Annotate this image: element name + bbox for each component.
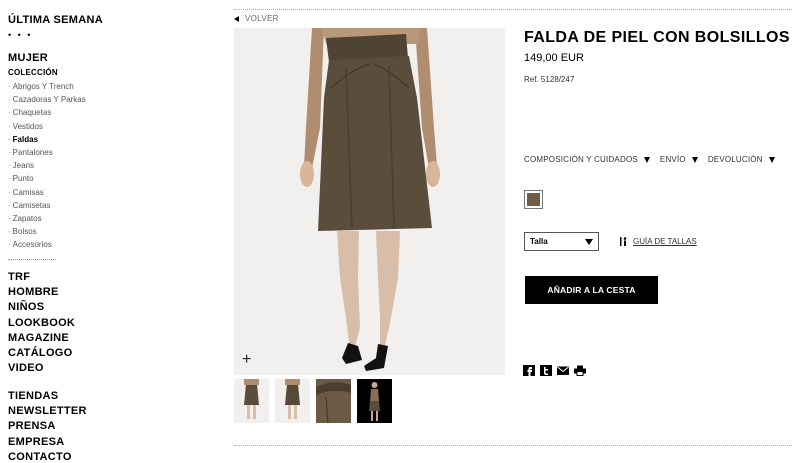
share-icons xyxy=(523,365,586,376)
nav-item[interactable]: NIÑOS xyxy=(8,300,75,315)
nav-item[interactable]: VIDEO xyxy=(8,361,75,376)
bullet-icon: · xyxy=(8,134,11,144)
category-item[interactable]: · Chaquetas xyxy=(8,106,86,119)
category-item[interactable]: · Abrigos Y Trench xyxy=(8,80,86,93)
bullet-icon: · xyxy=(8,82,11,91)
category-label: Pantalones xyxy=(12,147,53,157)
size-guide-label: GUÍA DE TALLAS xyxy=(633,237,697,246)
product-price: 149,00 EUR xyxy=(524,52,584,64)
size-select[interactable]: Talla xyxy=(524,232,599,251)
category-item[interactable]: · Zapatos xyxy=(8,212,86,225)
back-arrow-icon xyxy=(234,15,239,22)
bullet-icon: · xyxy=(8,227,11,237)
nav-dots-separator: • • • xyxy=(8,30,33,40)
bullet-icon: · xyxy=(8,161,11,171)
nav-item[interactable]: CONTACTO xyxy=(8,450,87,463)
size-guide-icon xyxy=(620,237,627,246)
category-label: Accesorios xyxy=(12,240,52,250)
thumbnail-front[interactable] xyxy=(234,379,269,423)
main-nav: TRF HOMBRE NIÑOS LOOKBOOK MAGAZINE CATÁLOGO VI… xyxy=(8,270,75,376)
top-divider xyxy=(234,9,792,10)
bullet-icon: · xyxy=(8,174,11,184)
category-label: Abrigos Y Trench xyxy=(12,82,74,91)
shipping-link[interactable]: ENVÍO xyxy=(660,155,698,164)
sidebar-divider xyxy=(8,259,56,260)
nav-item[interactable]: NEWSLETTER xyxy=(8,404,87,419)
chevron-down-icon xyxy=(643,156,650,163)
nav-item[interactable]: CATÁLOGO xyxy=(8,346,75,361)
footer-nav: TIENDAS NEWSLETTER PRENSA EMPRESA CONTACTO xyxy=(8,389,87,463)
category-label: Faldas xyxy=(12,134,39,144)
email-icon[interactable] xyxy=(557,365,569,376)
category-item[interactable]: · Pantalones xyxy=(8,146,86,159)
nav-coleccion[interactable]: COLECCIÓN xyxy=(8,68,58,77)
bullet-icon: · xyxy=(8,213,11,223)
thumbnail-strip xyxy=(234,379,392,423)
thumbnail-detail[interactable] xyxy=(316,379,351,423)
product-main-image[interactable] xyxy=(234,28,505,375)
skirt-photo xyxy=(300,28,440,371)
category-label: Chaquetas xyxy=(12,108,52,118)
dropdown-arrow-icon xyxy=(585,238,593,245)
nav-item[interactable]: TIENDAS xyxy=(8,389,87,404)
category-label: Bolsos xyxy=(12,227,37,237)
category-item[interactable]: · Vestidos xyxy=(8,120,86,133)
add-to-cart-button[interactable]: AÑADIR A LA CESTA xyxy=(525,276,658,304)
category-item[interactable]: · Accesorios xyxy=(8,238,86,251)
nav-item[interactable]: TRF xyxy=(8,270,75,285)
bullet-icon: · xyxy=(8,240,11,250)
bullet-icon: · xyxy=(8,95,11,105)
nav-item[interactable]: PRENSA xyxy=(8,419,87,434)
back-link-label: VOLVER xyxy=(245,14,279,23)
bullet-icon: · xyxy=(8,121,11,131)
facebook-icon[interactable] xyxy=(523,365,535,376)
category-label: Zapatos xyxy=(12,213,42,223)
category-label: Jeans xyxy=(12,161,35,171)
size-guide-link[interactable]: GUÍA DE TALLAS xyxy=(620,237,697,246)
nav-ultima-semana[interactable]: ÚLTIMA SEMANA xyxy=(8,14,103,26)
bullet-icon: · xyxy=(8,200,11,210)
nav-item[interactable]: HOMBRE xyxy=(8,285,75,300)
back-link[interactable]: VOLVER xyxy=(234,14,279,23)
category-item[interactable]: · Faldas xyxy=(8,133,86,146)
category-item[interactable]: · Punto xyxy=(8,172,86,185)
category-list: · Abrigos Y Trench · Cazadoras Y Parkas · Cha… xyxy=(8,80,86,251)
category-label: Camisetas xyxy=(12,200,51,210)
category-item[interactable]: · Bolsos xyxy=(8,225,86,238)
category-item[interactable]: · Camisas xyxy=(8,186,86,199)
zoom-plus-icon[interactable]: + xyxy=(242,352,251,368)
returns-link[interactable]: DEVOLUCIÓN xyxy=(708,155,775,164)
nav-item[interactable]: EMPRESA xyxy=(8,435,87,450)
category-item[interactable]: · Jeans xyxy=(8,159,86,172)
size-select-value: Talla xyxy=(530,237,548,246)
chevron-down-icon xyxy=(691,156,698,163)
composition-link[interactable]: COMPOSICIÓN Y CUIDADOS xyxy=(524,155,650,164)
product-info-links: COMPOSICIÓN Y CUIDADOS ENVÍO DEVOLUCIÓN xyxy=(524,155,775,164)
twitter-icon[interactable] xyxy=(540,365,552,376)
thumbnail-back[interactable] xyxy=(275,379,310,423)
bottom-divider xyxy=(234,445,792,446)
category-label: Vestidos xyxy=(12,121,43,131)
category-item[interactable]: · Camisetas xyxy=(8,199,86,212)
product-title: FALDA DE PIEL CON BOLSILLOS xyxy=(524,29,790,46)
category-item[interactable]: · Cazadoras Y Parkas xyxy=(8,93,86,106)
bullet-icon: · xyxy=(8,147,11,157)
category-label: Camisas xyxy=(12,187,44,197)
thumbnail-model[interactable] xyxy=(357,379,392,423)
nav-item[interactable]: LOOKBOOK xyxy=(8,316,75,331)
color-swatch[interactable] xyxy=(524,190,543,209)
product-reference: Ref. 5128/247 xyxy=(524,75,575,84)
category-label: Cazadoras Y Parkas xyxy=(12,95,86,105)
category-label: Punto xyxy=(12,174,34,184)
nav-item[interactable]: MAGAZINE xyxy=(8,331,75,346)
nav-mujer[interactable]: MUJER xyxy=(8,52,48,64)
bullet-icon: · xyxy=(8,108,11,118)
print-icon[interactable] xyxy=(574,365,586,376)
chevron-down-icon xyxy=(768,156,775,163)
bullet-icon: · xyxy=(8,187,11,197)
color-swatch-fill xyxy=(527,193,540,206)
